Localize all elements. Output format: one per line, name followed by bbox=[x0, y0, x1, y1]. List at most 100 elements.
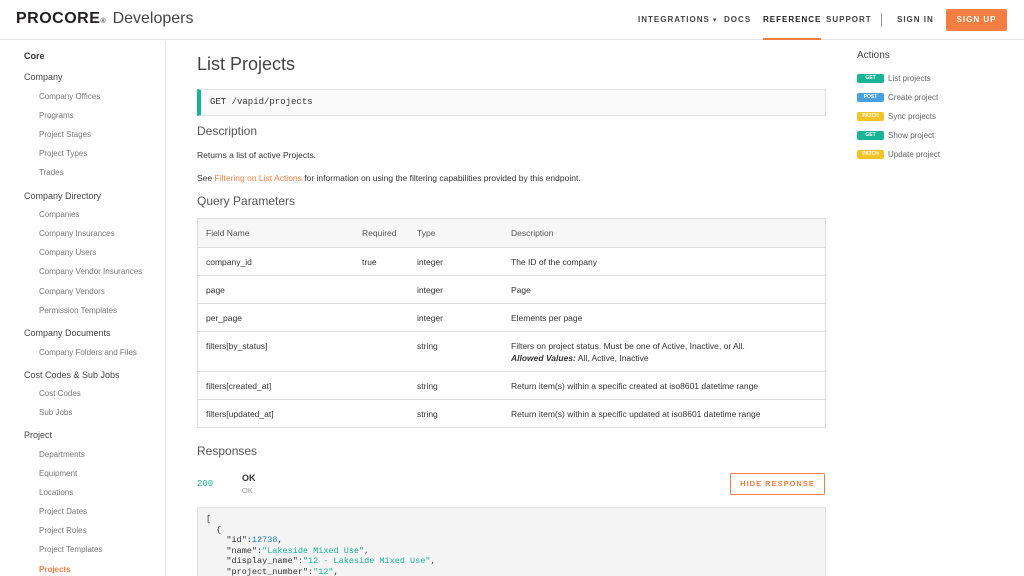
allowed-values-list: All, Active, Inactive bbox=[575, 353, 649, 363]
nav-docs[interactable]: DOCS bbox=[724, 0, 751, 40]
action-list-projects[interactable]: GET List projects bbox=[857, 72, 931, 84]
code-line: "display_name":"12 - Lakeside Mixed Use"… bbox=[206, 556, 436, 566]
sidebar-item[interactable]: Company Users bbox=[39, 248, 96, 257]
sidebar-group-company-documents[interactable]: Company Documents bbox=[24, 328, 111, 338]
table-row: per_page integer Elements per page bbox=[198, 303, 825, 331]
action-label: List projects bbox=[888, 73, 931, 83]
logo-suffix: Developers bbox=[112, 10, 194, 27]
cell-type: integer bbox=[417, 285, 443, 295]
nav-reference[interactable]: REFERENCE bbox=[763, 0, 822, 40]
page-title: List Projects bbox=[197, 54, 296, 74]
post-badge: POST bbox=[857, 92, 884, 102]
get-badge: GET bbox=[857, 73, 884, 83]
table-row: company_id true integer The ID of the co… bbox=[198, 247, 825, 275]
sidebar-item[interactable]: Cost Codes bbox=[39, 389, 81, 398]
sidebar-item[interactable]: Project Dates bbox=[39, 507, 87, 516]
cell-description: The ID of the company bbox=[511, 257, 597, 267]
cell-description-text: Filters on project status. Must be one o… bbox=[511, 341, 745, 351]
response-status-sub: OK bbox=[242, 486, 253, 495]
sidebar-item[interactable]: Trades bbox=[39, 168, 64, 177]
sidebar-item[interactable]: Permission Templates bbox=[39, 306, 117, 315]
nav-integrations-label: INTEGRATIONS bbox=[638, 15, 710, 24]
sidebar-item[interactable]: Programs bbox=[39, 111, 74, 120]
cell-description: Filters on project status. Must be one o… bbox=[511, 341, 745, 363]
patch-badge: PATCH bbox=[857, 149, 884, 159]
action-label: Update project bbox=[888, 149, 941, 159]
cell-field: filters[by_status] bbox=[206, 341, 268, 351]
cell-required: true bbox=[362, 257, 377, 267]
sidebar-item[interactable]: Sub Jobs bbox=[39, 408, 72, 417]
allowed-values-label: Allowed Values: bbox=[511, 353, 576, 363]
filtering-link[interactable]: Filtering on List Actions bbox=[215, 173, 302, 183]
sidebar-group-cost-codes[interactable]: Cost Codes & Sub Jobs bbox=[24, 370, 120, 380]
sidebar-item[interactable]: Departments bbox=[39, 450, 85, 459]
code-line: "name":"Lakeside Mixed Use", bbox=[206, 545, 370, 556]
response-status-code: 200 bbox=[197, 479, 214, 489]
sidebar-item[interactable]: Equipment bbox=[39, 469, 77, 478]
code-line: "id":12738, bbox=[206, 535, 283, 545]
action-update-project[interactable]: PATCH Update project bbox=[857, 148, 940, 160]
get-badge: GET bbox=[857, 130, 884, 140]
sidebar-group-company-directory[interactable]: Company Directory bbox=[24, 191, 101, 201]
cell-field: filters[updated_at] bbox=[206, 409, 274, 419]
action-label: Sync projects bbox=[888, 111, 937, 121]
table-header-row: Field Name Required Type Description bbox=[198, 219, 825, 247]
cell-description: Return item(s) within a specific created… bbox=[511, 381, 759, 391]
nav-support[interactable]: SUPPORT bbox=[826, 0, 872, 40]
filtering-note-suffix: for information on using the filtering c… bbox=[301, 173, 581, 183]
cell-description: Elements per page bbox=[511, 313, 583, 323]
sidebar-group-project[interactable]: Project bbox=[24, 430, 52, 440]
action-create-project[interactable]: POST Create project bbox=[857, 91, 938, 103]
sidebar-item[interactable]: Locations bbox=[39, 488, 73, 497]
procore-logo[interactable]: PROCORE ® Developers bbox=[16, 10, 194, 28]
sidebar-item[interactable]: Project Stages bbox=[39, 130, 91, 139]
sidebar-item[interactable]: Project Types bbox=[39, 149, 87, 158]
query-parameters-heading: Query Parameters bbox=[197, 194, 296, 208]
query-parameters-table: Field Name Required Type Description com… bbox=[197, 218, 826, 428]
filtering-note-prefix: See bbox=[197, 173, 215, 183]
sidebar-item[interactable]: Company Offices bbox=[39, 92, 100, 101]
top-header: PROCORE ® Developers INTEGRATIONS ▾ DOCS … bbox=[0, 0, 1024, 40]
sign-up-button[interactable]: SIGN UP bbox=[946, 9, 1007, 31]
sidebar-item[interactable]: Company Insurances bbox=[39, 229, 115, 238]
caret-down-icon: ▾ bbox=[712, 17, 718, 24]
sidebar-item[interactable]: Company Vendors bbox=[39, 287, 105, 296]
action-sync-projects[interactable]: PATCH Sync projects bbox=[857, 110, 936, 122]
table-row: filters[by_status] string Filters on pro… bbox=[198, 331, 825, 371]
sidebar-item[interactable]: Company Folders and Files bbox=[39, 348, 137, 357]
sidebar-item[interactable]: Project Templates bbox=[39, 545, 102, 554]
response-code-block: [ { "id":12738, "name":"Lakeside Mixed U… bbox=[197, 507, 826, 576]
sign-in-link[interactable]: SIGN IN bbox=[897, 0, 934, 40]
sidebar-group-company[interactable]: Company bbox=[24, 72, 63, 82]
cell-type: integer bbox=[417, 313, 443, 323]
cell-field: company_id bbox=[206, 257, 252, 267]
sidebar-core[interactable]: Core bbox=[24, 51, 45, 61]
table-row: filters[updated_at] string Return item(s… bbox=[198, 399, 825, 427]
col-type: Type bbox=[417, 228, 436, 238]
cell-field: page bbox=[206, 285, 225, 295]
sidebar-item[interactable]: Companies bbox=[39, 210, 79, 219]
action-show-project[interactable]: GET Show project bbox=[857, 129, 934, 141]
sidebar-item[interactable]: Project Roles bbox=[39, 526, 87, 535]
cell-description: Page bbox=[511, 285, 531, 295]
cell-description: Return item(s) within a specific updated… bbox=[511, 409, 761, 419]
filtering-note: See Filtering on List Actions for inform… bbox=[197, 173, 581, 183]
trademark-icon: ® bbox=[100, 18, 106, 25]
hide-response-button[interactable]: HIDE RESPONSE bbox=[730, 473, 825, 495]
col-field-name: Field Name bbox=[206, 228, 250, 238]
cell-field: filters[created_at] bbox=[206, 381, 272, 391]
sidebar: Core Company Company Offices Programs Pr… bbox=[0, 41, 166, 576]
cell-field: per_page bbox=[206, 313, 242, 323]
sidebar-item[interactable]: Company Vendor Insurances bbox=[39, 267, 142, 276]
action-label: Create project bbox=[888, 92, 939, 102]
sidebar-item-projects[interactable]: Projects bbox=[39, 565, 71, 574]
cell-type: integer bbox=[417, 257, 443, 267]
cell-type: string bbox=[417, 341, 438, 351]
response-status: OK bbox=[242, 473, 256, 483]
description-text: Returns a list of active Projects. bbox=[197, 150, 317, 160]
table-row: filters[created_at] string Return item(s… bbox=[198, 371, 825, 399]
nav-integrations[interactable]: INTEGRATIONS ▾ bbox=[638, 0, 717, 40]
code-line: [ bbox=[206, 514, 212, 524]
logo-brand: PROCORE bbox=[16, 10, 101, 27]
cell-type: string bbox=[417, 409, 438, 419]
